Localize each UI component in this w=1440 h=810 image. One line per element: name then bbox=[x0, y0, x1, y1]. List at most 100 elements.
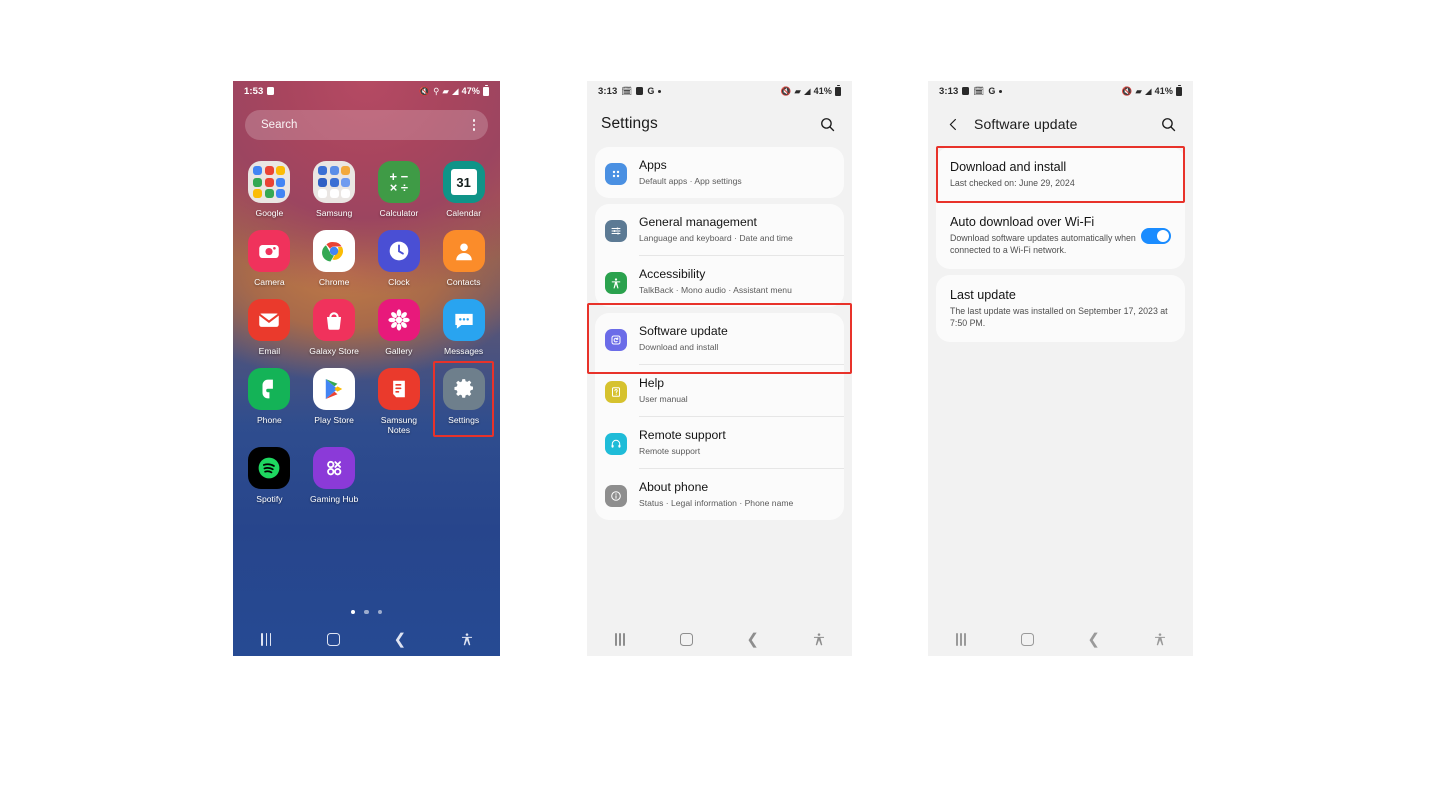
update-item-text: Download and install Last checked on: Ju… bbox=[950, 159, 1171, 189]
settings-item-about-phone[interactable]: About phone Status · Legal information ·… bbox=[595, 469, 844, 520]
accessibility-icon[interactable] bbox=[1140, 626, 1180, 652]
battery-percent: 47% bbox=[461, 86, 480, 96]
back-arrow-icon[interactable] bbox=[942, 113, 964, 135]
app-calendar[interactable]: 31 Calendar bbox=[431, 154, 496, 218]
app-label: Calendar bbox=[446, 208, 482, 218]
settings-item-accessibility[interactable]: Accessibility TalkBack · Mono audio · As… bbox=[595, 256, 844, 307]
app-samsung-folder[interactable]: Samsung bbox=[302, 154, 367, 218]
google-icon: G bbox=[647, 85, 655, 96]
update-item-title: Auto download over Wi-Fi bbox=[950, 215, 1095, 229]
search-bar[interactable]: Search bbox=[245, 110, 488, 140]
app-label: Settings bbox=[448, 415, 480, 425]
app-email[interactable]: Email bbox=[237, 292, 302, 356]
galaxy-store-icon bbox=[313, 299, 356, 341]
settings-item-subtitle: Download and install bbox=[639, 341, 719, 352]
email-icon bbox=[248, 299, 291, 341]
signal-icon: ◢ bbox=[1145, 85, 1152, 96]
settings-item-remote-support[interactable]: Remote support Remote support bbox=[595, 417, 844, 468]
spotify-icon bbox=[248, 447, 291, 489]
calendar-icon: 🗓 bbox=[973, 85, 985, 96]
app-label: Contacts bbox=[446, 277, 481, 287]
phone-software-update-screen: 3:13 🗓 G 🔇 ▰ ◢ 41% Software update Downl… bbox=[928, 81, 1193, 656]
kebab-menu-icon[interactable] bbox=[472, 119, 475, 131]
clock-icon bbox=[377, 230, 420, 272]
app-grid: Google Samsung + − × ÷ Calculator 31 Calendar C… bbox=[237, 154, 496, 504]
settings-item-text: Remote support Remote support bbox=[639, 428, 832, 457]
search-icon[interactable] bbox=[1157, 113, 1179, 135]
settings-item-apps[interactable]: Apps Default apps · App settings bbox=[595, 147, 844, 198]
search-icon[interactable] bbox=[816, 113, 838, 135]
settings-item-text: About phone Status · Legal information ·… bbox=[639, 480, 832, 509]
app-phone[interactable]: Phone bbox=[237, 361, 302, 435]
home-icon[interactable] bbox=[666, 626, 706, 652]
update-item-last-update: Last update The last update was installe… bbox=[936, 275, 1185, 342]
app-chrome[interactable]: Chrome bbox=[302, 223, 367, 287]
settings-item-text: Help User manual bbox=[639, 376, 832, 405]
status-time: 3:13 bbox=[939, 85, 959, 97]
app-spotify[interactable]: Spotify bbox=[237, 440, 302, 504]
app-samsung-notes[interactable]: Samsung Notes bbox=[367, 361, 432, 435]
software-update-header: Software update bbox=[928, 101, 1193, 147]
home-icon[interactable] bbox=[1007, 626, 1047, 652]
settings-item-text: Apps Default apps · App settings bbox=[639, 158, 832, 187]
app-settings-gear[interactable]: Settings bbox=[431, 361, 496, 437]
mute-icon: 🔇 bbox=[419, 85, 431, 96]
gaming-hub-icon bbox=[313, 447, 356, 489]
update-group-card: Download and install Last checked on: Ju… bbox=[936, 146, 1185, 269]
settings-item-text: Accessibility TalkBack · Mono audio · As… bbox=[639, 267, 832, 296]
home-icon[interactable] bbox=[313, 626, 353, 652]
back-icon[interactable]: ❮ bbox=[380, 626, 420, 652]
back-icon[interactable]: ❮ bbox=[733, 626, 773, 652]
screenshot-canvas: 1:53 🔇 ⚲ ▰ ◢ 47% Search Google Samsung + −… bbox=[0, 0, 1440, 810]
app-label: Google bbox=[255, 208, 284, 218]
signal-icon: ◢ bbox=[452, 85, 459, 96]
chrome-icon bbox=[313, 230, 356, 272]
accessibility-icon[interactable] bbox=[799, 626, 839, 652]
headset-icon bbox=[605, 433, 627, 455]
app-label: Spotify bbox=[256, 494, 283, 504]
app-google-folder[interactable]: Google bbox=[237, 154, 302, 218]
settings-item-subtitle: User manual bbox=[639, 393, 688, 404]
settings-item-title: Accessibility bbox=[639, 267, 706, 281]
update-item-auto-download-over-wi-fi[interactable]: Auto download over Wi-Fi Download softwa… bbox=[936, 202, 1185, 269]
gallery-icon bbox=[377, 299, 420, 341]
update-item-text: Last update The last update was installe… bbox=[950, 287, 1171, 329]
settings-item-software-update[interactable]: Software update Download and install bbox=[587, 303, 852, 374]
update-item-title: Download and install bbox=[950, 160, 1067, 174]
recents-icon[interactable] bbox=[246, 626, 286, 652]
battery-percent: 41% bbox=[813, 86, 832, 96]
app-clock[interactable]: Clock bbox=[367, 223, 432, 287]
app-gaming-hub[interactable]: Gaming Hub bbox=[302, 440, 367, 504]
settings-item-title: Apps bbox=[639, 158, 667, 172]
app-gallery[interactable]: Gallery bbox=[367, 292, 432, 356]
settings-item-text: General management Language and keyboard… bbox=[639, 215, 832, 244]
settings-header: Settings bbox=[587, 101, 852, 147]
settings-list: Apps Default apps · App settings General … bbox=[587, 147, 852, 520]
accessibility-icon[interactable] bbox=[447, 626, 487, 652]
back-icon[interactable]: ❮ bbox=[1074, 626, 1114, 652]
app-galaxy-store[interactable]: Galaxy Store bbox=[302, 292, 367, 356]
update-item-title: Last update bbox=[950, 288, 1016, 302]
sliders-icon bbox=[605, 220, 627, 242]
recents-icon[interactable] bbox=[941, 626, 981, 652]
app-camera[interactable]: Camera bbox=[237, 223, 302, 287]
wifi-icon: ▰ bbox=[794, 85, 802, 96]
location-icon: ⚲ bbox=[433, 85, 440, 96]
app-play-store[interactable]: Play Store bbox=[302, 361, 367, 435]
update-item-download-and-install[interactable]: Download and install Last checked on: Ju… bbox=[936, 146, 1185, 203]
status-bar: 3:13 🗓 G 🔇 ▰ ◢ 41% bbox=[587, 81, 852, 101]
app-contacts[interactable]: Contacts bbox=[431, 223, 496, 287]
settings-item-title: General management bbox=[639, 215, 757, 229]
software-update-icon bbox=[605, 329, 627, 351]
phone-icon bbox=[248, 368, 291, 410]
app-label: Samsung Notes bbox=[380, 415, 418, 435]
wifi-icon: ▰ bbox=[442, 85, 450, 96]
settings-item-general-management[interactable]: General management Language and keyboard… bbox=[595, 204, 844, 255]
app-calculator[interactable]: + − × ÷ Calculator bbox=[367, 154, 432, 218]
auto-download-toggle[interactable] bbox=[1141, 228, 1171, 244]
settings-item-subtitle: Remote support bbox=[639, 445, 701, 456]
app-messages[interactable]: Messages bbox=[431, 292, 496, 356]
recents-icon[interactable] bbox=[600, 626, 640, 652]
page-dot bbox=[350, 609, 356, 614]
settings-item-help[interactable]: Help User manual bbox=[595, 365, 844, 416]
